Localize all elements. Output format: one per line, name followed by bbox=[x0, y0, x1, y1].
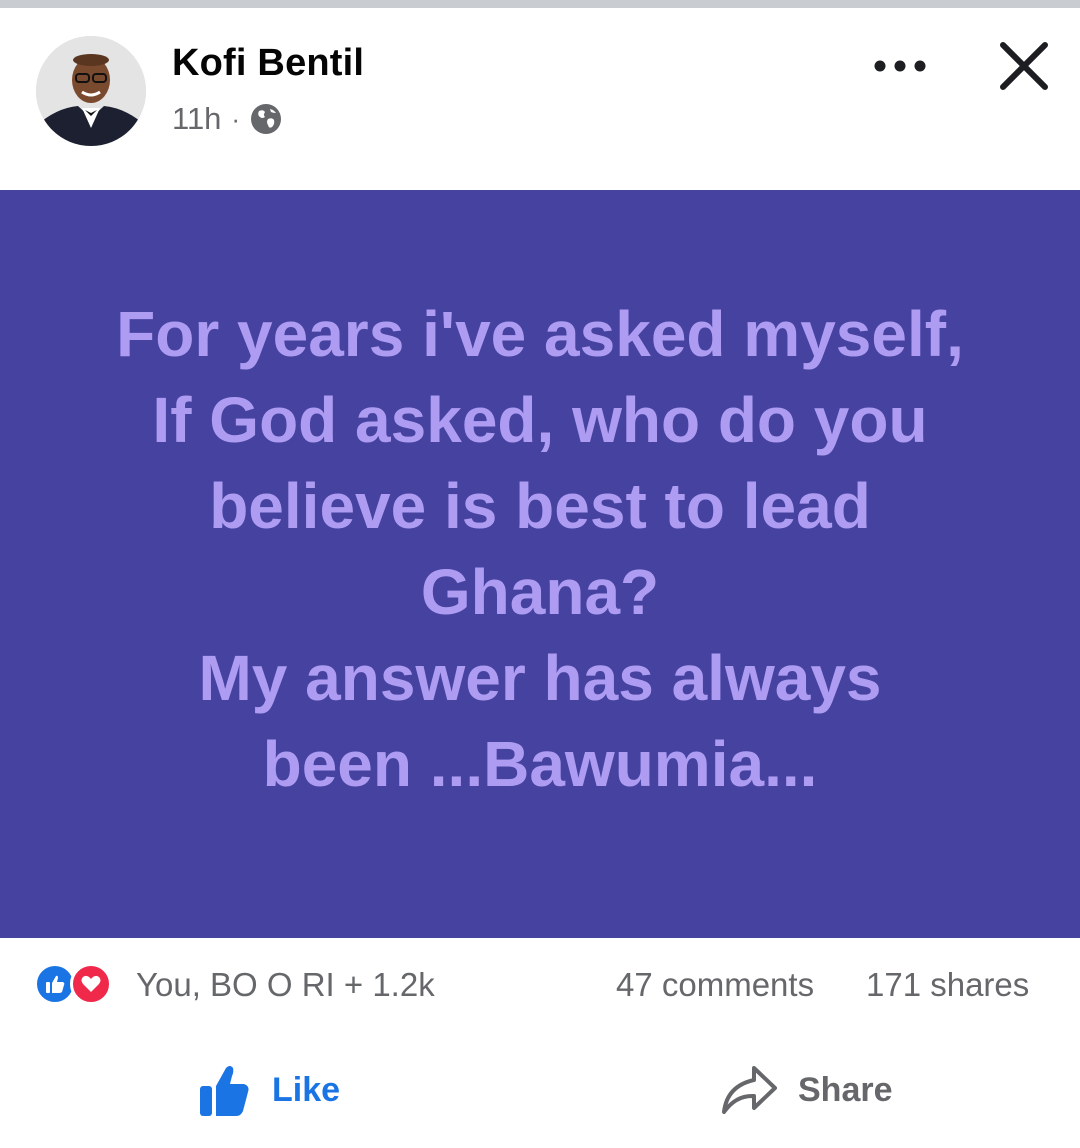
reactors-summary[interactable]: You, BO O RI + 1.2k bbox=[136, 966, 435, 1004]
shares-count[interactable]: 171 shares bbox=[866, 966, 1029, 1004]
like-label: Like bbox=[272, 1070, 341, 1109]
post-meta: 11h · bbox=[172, 101, 282, 137]
more-options-button[interactable] bbox=[868, 44, 932, 88]
love-reaction-icon bbox=[70, 963, 112, 1005]
post-text-line: been ...Bawumia... bbox=[262, 728, 818, 800]
close-icon bbox=[1000, 42, 1048, 90]
post-text-line: believe is best to lead bbox=[209, 470, 871, 542]
reaction-icons[interactable] bbox=[34, 963, 130, 1005]
top-strip bbox=[0, 0, 1080, 8]
post-text-line: My answer has always bbox=[198, 642, 882, 714]
author-avatar[interactable] bbox=[36, 36, 146, 146]
close-button[interactable] bbox=[996, 38, 1052, 94]
share-icon bbox=[722, 1066, 777, 1114]
share-label: Share bbox=[798, 1070, 893, 1109]
thumbs-up-icon bbox=[200, 1066, 249, 1116]
comments-count[interactable]: 47 comments bbox=[616, 966, 814, 1004]
action-bar bbox=[0, 1038, 1080, 1148]
author-name[interactable]: Kofi Bentil bbox=[172, 42, 364, 85]
post-text: For years i've asked myself, If God aske… bbox=[60, 291, 1020, 807]
globe-icon bbox=[251, 104, 282, 134]
meta-separator: · bbox=[231, 103, 241, 134]
post-text-line: Ghana? bbox=[420, 556, 660, 628]
share-button[interactable]: Share bbox=[720, 1058, 893, 1122]
post-header bbox=[0, 8, 1080, 190]
post-background: For years i've asked myself, If God aske… bbox=[0, 190, 1080, 938]
post-text-line: If God asked, who do you bbox=[152, 384, 928, 456]
more-options-icon bbox=[874, 60, 926, 72]
post-text-line: For years i've asked myself, bbox=[116, 298, 964, 370]
avatar-photo bbox=[36, 36, 146, 146]
post-time[interactable]: 11h bbox=[172, 101, 221, 137]
like-button[interactable]: Like bbox=[196, 1058, 340, 1122]
